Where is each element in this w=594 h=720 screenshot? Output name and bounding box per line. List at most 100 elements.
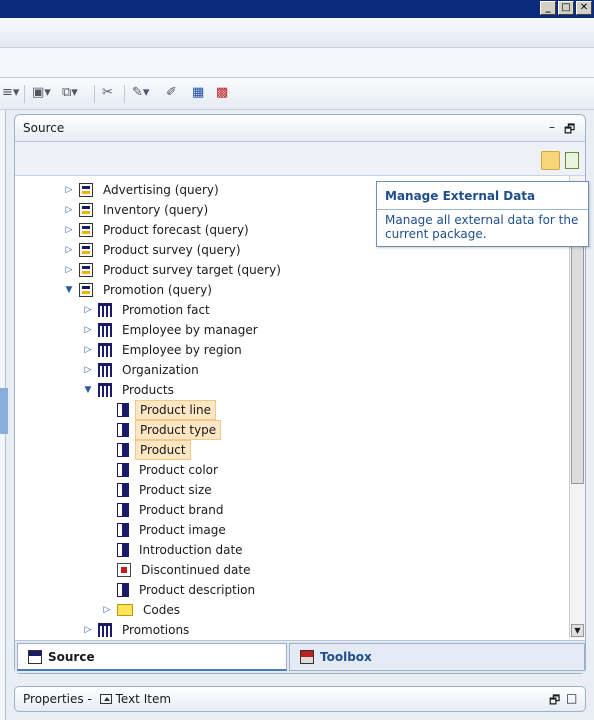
tree-item[interactable]: Introduction date [101, 540, 247, 560]
source-panel-title: Source [23, 121, 65, 135]
menu-band [0, 18, 594, 48]
tree-item[interactable]: ▼ Promotion (query) [63, 280, 216, 300]
tree-item-label: Employee by manager [122, 323, 258, 337]
minimize-panel-icon[interactable]: – [549, 120, 555, 134]
properties-prefix: Properties - [23, 692, 96, 706]
tree-item-label: Product description [139, 583, 256, 597]
tree-item[interactable]: Product line [101, 400, 217, 420]
maximize-window-button[interactable]: □ [558, 1, 574, 15]
tab-source[interactable]: Source [17, 643, 287, 671]
tree-item[interactable]: Product type [101, 420, 222, 440]
collapsed-arrow-icon[interactable]: ▷ [82, 320, 94, 340]
tree-item[interactable]: ▷ Codes [101, 600, 184, 620]
filter-icon[interactable]: ≡▾ [2, 85, 19, 103]
expanded-arrow-icon[interactable]: ▼ [63, 280, 75, 300]
table-icon [98, 623, 112, 637]
tree-item[interactable]: ▷ Product forecast (query) [63, 220, 253, 240]
column-icon [117, 403, 129, 417]
tree-item[interactable]: ▷ Promotions [82, 620, 193, 638]
no-expander [101, 500, 113, 520]
pick-icon[interactable]: ✐ [166, 85, 177, 103]
restore-properties-icon[interactable]: 🗗 [549, 691, 560, 712]
table-icon [98, 383, 112, 397]
tree-item[interactable]: ▷ Employee by region [82, 340, 246, 360]
tree-item[interactable]: ▷ Employee by manager [82, 320, 262, 340]
query-subject-icon [79, 283, 93, 297]
no-expander [101, 420, 113, 440]
tree-item-label: Employee by region [122, 343, 242, 357]
tree-item[interactable]: ▷ Advertising (query) [63, 180, 223, 200]
collapsed-arrow-icon[interactable]: ▷ [101, 600, 113, 620]
tree-item-label: Product line [135, 400, 217, 420]
collapsed-arrow-icon[interactable]: ▷ [63, 220, 75, 240]
tree-item[interactable]: Discontinued date [101, 560, 255, 580]
tab-toolbox[interactable]: Toolbox [289, 643, 585, 671]
tooltip-title: Manage External Data [385, 189, 536, 203]
tree-item-label: Product type [135, 420, 222, 440]
tree-item[interactable]: ▷ Product survey target (query) [63, 260, 285, 280]
refresh-package-button[interactable] [565, 152, 579, 169]
tree-item[interactable]: ▷ Organization [82, 360, 203, 380]
secondary-band [0, 48, 594, 78]
no-expander [101, 520, 113, 540]
close-window-button[interactable]: ✕ [576, 1, 592, 15]
column-icon [117, 503, 129, 517]
collapsed-arrow-icon[interactable]: ▷ [63, 260, 75, 280]
tree-item-label: Product survey target (query) [103, 263, 281, 277]
tree-item[interactable]: ▷ Promotion fact [82, 300, 214, 320]
table-icon [98, 303, 112, 317]
table-icon [98, 323, 112, 337]
tree-item[interactable]: Product brand [101, 500, 228, 520]
wand-icon[interactable]: ✎▾ [132, 85, 149, 103]
column-icon [117, 443, 129, 457]
tab-toolbox-label: Toolbox [320, 650, 372, 664]
column-icon [117, 543, 129, 557]
edit-icon[interactable]: ▣▾ [32, 85, 51, 103]
restore-panel-icon[interactable]: 🗗 [564, 120, 575, 141]
collapsed-arrow-icon[interactable]: ▷ [82, 620, 94, 638]
tree-item[interactable]: Product color [101, 460, 222, 480]
tree-item[interactable]: ▷ Inventory (query) [63, 200, 212, 220]
minimize-window-button[interactable]: _ [540, 1, 556, 15]
tree-item-label: Promotion fact [122, 303, 210, 317]
query-subject-icon [79, 203, 93, 217]
unlink-icon[interactable]: ✂ [102, 85, 113, 103]
properties-panel: Properties - Text Item 🗗 □ [14, 686, 586, 712]
manage-external-data-button[interactable] [541, 151, 560, 170]
tree-item-label: Product brand [139, 503, 224, 517]
tree-item-label: Promotions [122, 623, 190, 637]
collapsed-arrow-icon[interactable]: ▷ [82, 360, 94, 380]
tree-item-label: Product [135, 440, 191, 460]
tree-item-label: Products [122, 383, 174, 397]
collapsed-arrow-icon[interactable]: ▷ [82, 300, 94, 320]
folder-icon [117, 604, 133, 616]
report-icon[interactable]: ▦ [192, 85, 204, 103]
source-panel-header: Source – 🗗 [15, 115, 585, 142]
collapsed-arrow-icon[interactable]: ▷ [82, 340, 94, 360]
collapsed-arrow-icon[interactable]: ▷ [63, 180, 75, 200]
tooltip-body: Manage all external data for the current… [385, 213, 579, 241]
expanded-arrow-icon[interactable]: ▼ [82, 380, 94, 400]
collapsed-arrow-icon[interactable]: ▷ [63, 240, 75, 260]
tree-item[interactable]: ▼ Products [82, 380, 178, 400]
tree-item-label: Organization [122, 363, 199, 377]
collapsed-arrow-icon[interactable]: ▷ [63, 200, 75, 220]
tree-item[interactable]: ▷ Product survey (query) [63, 240, 245, 260]
no-expander [101, 560, 113, 580]
left-pane-splitter[interactable] [0, 388, 8, 434]
tree-item[interactable]: Product size [101, 480, 216, 500]
copy-icon[interactable]: ⧉▾ [62, 85, 78, 103]
query-subject-icon [79, 183, 93, 197]
table-icon [98, 343, 112, 357]
maximize-properties-icon[interactable]: □ [566, 691, 577, 705]
window-titlebar: _ □ ✕ [0, 0, 594, 18]
tree-item-label: Product size [139, 483, 212, 497]
tree-item-label: Codes [143, 603, 180, 617]
scroll-down-icon[interactable]: ▼ [571, 624, 584, 637]
chart-icon[interactable]: ▩ [216, 85, 228, 103]
tree-item[interactable]: Product [101, 440, 191, 460]
tree-item[interactable]: Product description [101, 580, 259, 600]
tree-item[interactable]: Product image [101, 520, 230, 540]
no-expander [101, 400, 113, 420]
column-icon [117, 583, 129, 597]
